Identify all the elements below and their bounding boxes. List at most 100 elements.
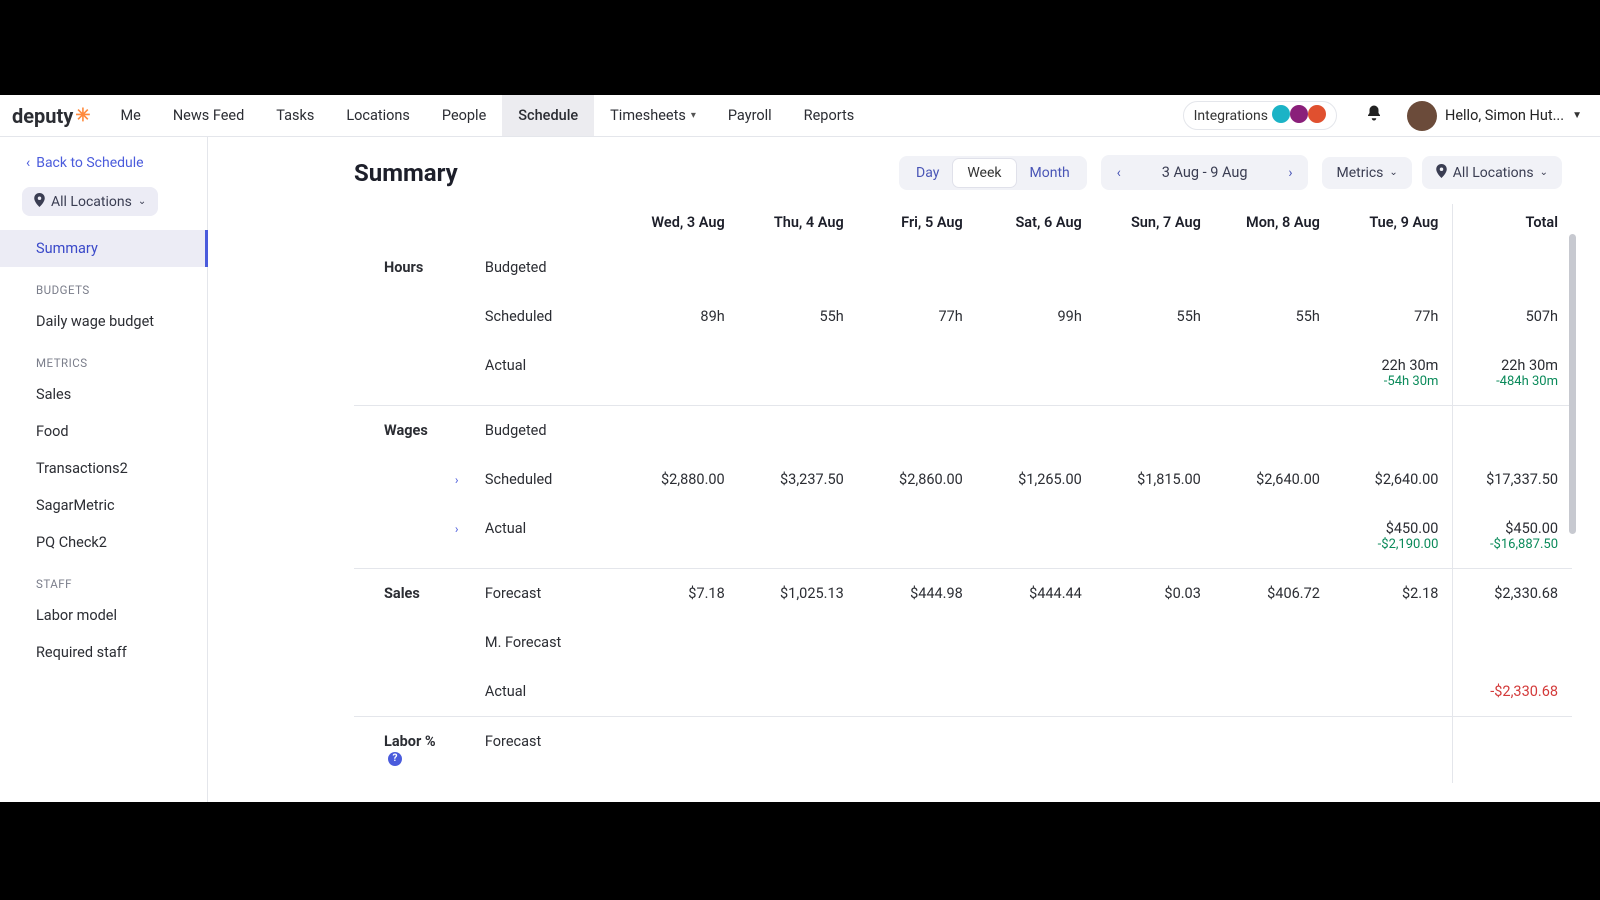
cell: $444.44 <box>977 569 1096 619</box>
sidebar-item-pq-check2[interactable]: PQ Check2 <box>0 524 207 561</box>
group-label <box>354 292 471 341</box>
cell <box>977 341 1096 406</box>
nav-tab-me[interactable]: Me <box>104 95 156 136</box>
chevron-down-icon: ⌄ <box>1389 167 1397 178</box>
integrations-pill[interactable]: Integrations <box>1183 101 1337 130</box>
cell: $450.00-$2,190.00 <box>1334 504 1453 569</box>
pin-icon <box>34 193 45 210</box>
cell: $3,237.50 <box>739 455 858 504</box>
cell <box>1215 667 1334 717</box>
cell: 77h <box>858 292 977 341</box>
sidebar-item-food[interactable]: Food <box>0 413 207 450</box>
top-nav: deputy✳ MeNews FeedTasksLocationsPeopleS… <box>0 95 1600 137</box>
cell-total <box>1453 243 1572 292</box>
cell <box>739 717 858 784</box>
nav-tab-reports[interactable]: Reports <box>788 95 871 136</box>
expand-toggle[interactable]: › <box>455 473 459 487</box>
cell: $0.03 <box>1096 569 1215 619</box>
group-label <box>354 618 471 667</box>
cell <box>858 667 977 717</box>
cell <box>858 243 977 292</box>
table-row: WagesBudgeted <box>354 406 1572 456</box>
group-label: Hours <box>354 243 471 292</box>
sidebar-item-label: Summary <box>36 240 98 257</box>
cell <box>1334 618 1453 667</box>
range-mode-day[interactable]: Day <box>902 159 953 187</box>
cell <box>739 618 858 667</box>
locations-dropdown[interactable]: All Locations ⌄ <box>1422 156 1562 189</box>
cell <box>977 504 1096 569</box>
table-row: HoursBudgeted <box>354 243 1572 292</box>
cell: $1,265.00 <box>977 455 1096 504</box>
integration-dot <box>1272 105 1290 123</box>
cell <box>977 618 1096 667</box>
cell <box>1334 667 1453 717</box>
nav-tab-news-feed[interactable]: News Feed <box>157 95 260 136</box>
chevron-left-icon: ‹ <box>1117 165 1121 181</box>
cell <box>1334 406 1453 456</box>
group-label: Sales <box>354 569 471 619</box>
cell: $406.72 <box>1215 569 1334 619</box>
cell <box>1334 717 1453 784</box>
nav-tab-tasks[interactable]: Tasks <box>260 95 330 136</box>
metrics-dropdown[interactable]: Metrics ⌄ <box>1322 157 1411 189</box>
col-header: Wed, 3 Aug <box>620 204 739 243</box>
integration-dot <box>1308 105 1326 123</box>
sidebar-item-labor-model[interactable]: Labor model <box>0 597 207 634</box>
cell <box>1215 243 1334 292</box>
summary-table-wrapper: Wed, 3 AugThu, 4 AugFri, 5 AugSat, 6 Aug… <box>354 204 1572 783</box>
sidebar-item-sagarmetric[interactable]: SagarMetric <box>0 487 207 524</box>
cell: 77h <box>1334 292 1453 341</box>
integration-dot <box>1290 105 1308 123</box>
cell <box>620 243 739 292</box>
cell <box>620 341 739 406</box>
row-label: Actual <box>485 683 526 700</box>
group-label <box>354 455 471 504</box>
cell <box>858 341 977 406</box>
sidebar-item-sales[interactable]: Sales <box>0 376 207 413</box>
cell: $444.98 <box>858 569 977 619</box>
sidebar-item-transactions2[interactable]: Transactions2 <box>0 450 207 487</box>
sidebar-location-filter[interactable]: All Locations ⌄ <box>22 187 158 216</box>
sidebar-item-required-staff[interactable]: Required staff <box>0 634 207 671</box>
date-next-button[interactable]: › <box>1275 159 1305 187</box>
notifications-button[interactable] <box>1351 95 1397 136</box>
cell-total: 507h <box>1453 292 1572 341</box>
sidebar-item-summary[interactable]: Summary <box>0 230 208 267</box>
range-mode-week[interactable]: Week <box>953 159 1015 187</box>
nav-tab-payroll[interactable]: Payroll <box>712 95 788 136</box>
nav-tab-timesheets[interactable]: Timesheets▾ <box>594 95 712 136</box>
date-range-display[interactable]: 3 Aug - 9 Aug <box>1134 158 1276 187</box>
table-row: Labor %?Forecast <box>354 717 1572 784</box>
expand-toggle[interactable]: › <box>455 522 459 536</box>
cell: $7.18 <box>620 569 739 619</box>
cell: $1,025.13 <box>739 569 858 619</box>
sidebar-item-daily-wage-budget[interactable]: Daily wage budget <box>0 303 207 340</box>
cell <box>739 504 858 569</box>
cell <box>1096 504 1215 569</box>
cell <box>977 667 1096 717</box>
cell <box>1215 717 1334 784</box>
scrollbar-thumb[interactable] <box>1569 234 1576 534</box>
cell <box>977 717 1096 784</box>
back-to-schedule-link[interactable]: ‹ Back to Schedule <box>0 149 207 183</box>
group-label: Labor %? <box>354 717 471 784</box>
row-label: Actual <box>485 357 526 374</box>
cell <box>739 243 858 292</box>
nav-tab-locations[interactable]: Locations <box>330 95 426 136</box>
col-header: Tue, 9 Aug <box>1334 204 1453 243</box>
user-menu[interactable]: Hello, Simon Hut... ▼ <box>1397 95 1588 136</box>
date-prev-button[interactable]: ‹ <box>1104 159 1134 187</box>
metrics-label: Metrics <box>1336 165 1383 181</box>
cell <box>1096 341 1215 406</box>
nav-tab-schedule[interactable]: Schedule <box>502 95 594 136</box>
brand-logo: deputy✳ <box>12 95 90 136</box>
cell <box>1096 618 1215 667</box>
nav-tab-people[interactable]: People <box>426 95 502 136</box>
user-greeting: Hello, Simon Hut... <box>1445 107 1564 124</box>
cell <box>1215 406 1334 456</box>
col-header: Sun, 7 Aug <box>1096 204 1215 243</box>
help-icon[interactable]: ? <box>388 752 402 766</box>
range-mode-month[interactable]: Month <box>1016 159 1084 187</box>
cell: $2,880.00 <box>620 455 739 504</box>
